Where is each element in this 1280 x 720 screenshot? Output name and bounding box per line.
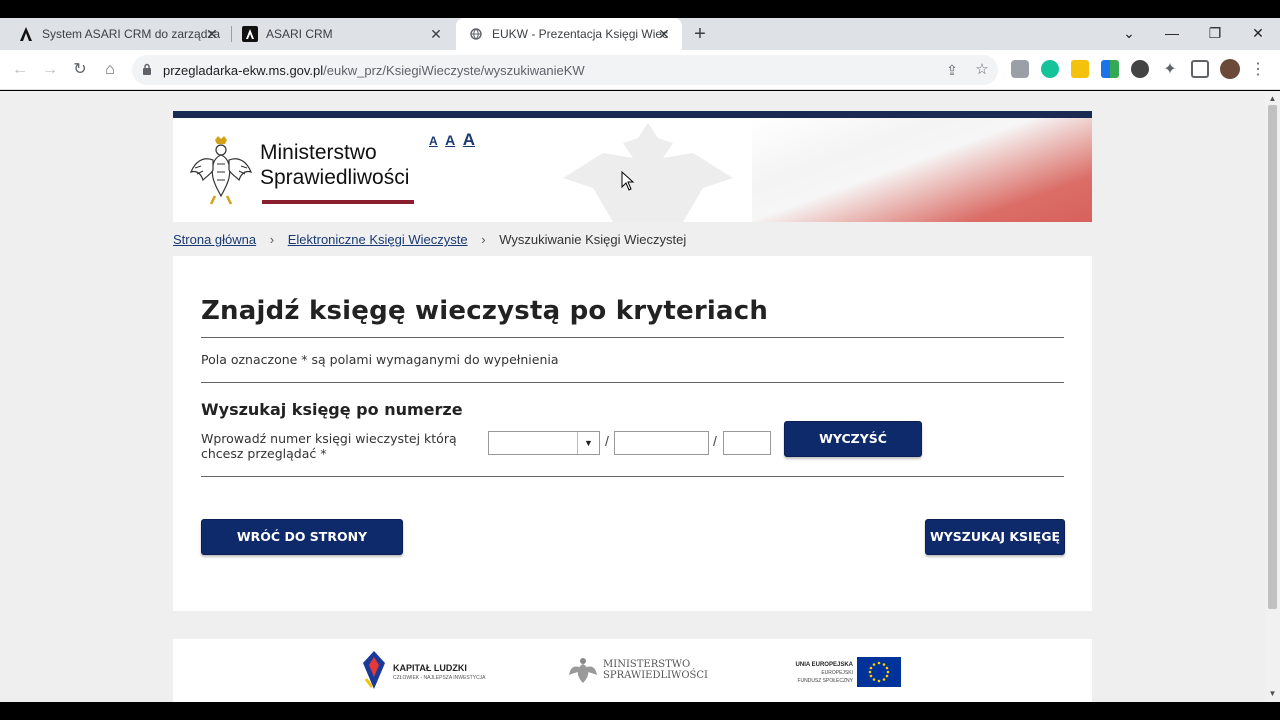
scroll-up-icon[interactable]: ▲ (1268, 94, 1277, 103)
tab-asari-crm[interactable]: ASARI CRM ✕ (232, 18, 454, 50)
extension-icon[interactable] (1131, 60, 1149, 78)
chevron-right-icon: › (269, 232, 275, 247)
asari-logo-icon (242, 26, 258, 42)
analytics-extension-icon[interactable] (1101, 60, 1119, 78)
browser-toolbar: ← → ↻ ⌂ przegladarka-ekw.ms.gov.pl/eukw_… (0, 50, 1280, 90)
bookmark-star-icon[interactable]: ☆ (970, 58, 994, 82)
white-eagle-emblem-icon (189, 136, 253, 205)
globe-icon (468, 26, 484, 42)
kapital-ludzki-logo: KAPITAŁ LUDZKI CZŁOWIEK - NAJLEPSZA INWE… (363, 651, 486, 691)
page-viewport: Ministerstwo Sprawiedliwości A A A Stron… (0, 91, 1265, 702)
tab-title: System ASARI CRM do zarządza (42, 27, 221, 41)
eu-line-2: EUROPEJSKI (821, 670, 853, 676)
forward-button[interactable]: → (38, 58, 62, 82)
screen-bottom-border (0, 702, 1280, 720)
eagle-footer-icon (569, 658, 597, 683)
back-to-home-button[interactable]: WRÓĆ DO STRONY GŁÓWNEJ (201, 519, 403, 578)
book-number-label: Wprowadź numer księgi wieczystej którą c… (201, 431, 457, 461)
page-scrollbar[interactable]: ▲ ▼ (1265, 91, 1280, 702)
address-bar[interactable]: przegladarka-ekw.ms.gov.pl/eukw_prz/Ksie… (132, 55, 998, 85)
breadcrumb: Strona główna › Elektroniczne Księgi Wie… (173, 232, 686, 247)
tab-asari-system[interactable]: System ASARI CRM do zarządza ✕ (8, 18, 230, 50)
divider (201, 337, 1064, 338)
url-text: przegladarka-ekw.ms.gov.pl/eukw_prz/Ksie… (163, 63, 585, 78)
logo-line-2: Sprawiedliwości (260, 166, 410, 189)
font-size-large[interactable]: A (463, 130, 475, 149)
notes-extension-icon[interactable] (1071, 60, 1089, 78)
scroll-thumb[interactable] (1268, 105, 1277, 609)
puzzle-extensions-icon[interactable]: ✦ (1158, 58, 1182, 82)
tab-title: ASARI CRM (266, 27, 333, 41)
breadcrumb-current: Wyszukiwanie Księgi Wieczystej (499, 232, 687, 247)
page-title: Znajdź księgę wieczystą po kryteriach (201, 296, 769, 326)
eagle-watermark-icon (563, 123, 733, 222)
court-code-select[interactable]: ▼ (488, 431, 600, 455)
eu-flag-icon (857, 657, 901, 687)
skype-extension-icon[interactable] (1011, 60, 1029, 78)
font-size-small[interactable]: A (429, 134, 438, 148)
kapital-ludzki-icon (363, 651, 385, 689)
mouse-cursor-icon (621, 171, 635, 191)
profile-avatar[interactable] (1220, 59, 1240, 79)
font-size-medium[interactable]: A (445, 132, 455, 148)
separator-slash: / (713, 433, 717, 449)
minimize-button[interactable]: — (1150, 18, 1194, 50)
tab-search-icon[interactable]: ⌄ (1107, 18, 1151, 50)
ministry-logo-text: Ministerstwo Sprawiedliwości (260, 140, 409, 190)
required-fields-note: Pola oznaczone * są polami wymaganymi do… (201, 352, 559, 367)
dropdown-arrow-icon[interactable]: ▼ (577, 432, 599, 454)
site-header: Ministerstwo Sprawiedliwości A A A (173, 111, 1092, 222)
font-size-controls: A A A (429, 130, 478, 150)
ministry-footer-logo: MINISTERSTWO SPRAWIEDLIWOŚCI (569, 655, 709, 689)
tab-strip: System ASARI CRM do zarządza ✕ ASARI CRM… (0, 18, 1280, 50)
tab-eukw[interactable]: EUKW - Prezentacja Księgi Wiec ✕ (456, 18, 682, 50)
menu-kebab-icon[interactable]: ⋮ (1246, 58, 1270, 82)
eu-line-3: FUNDUSZ SPOŁECZNY (797, 678, 853, 684)
ministry-footer-line-2: SPRAWIEDLIWOŚCI (603, 670, 708, 681)
separator-slash: / (605, 433, 609, 449)
eu-text: UNIA EUROPEJSKA EUROPEJSKI FUNDUSZ SPOŁE… (791, 661, 853, 685)
footer-logos: KAPITAŁ LUDZKI CZŁOWIEK - NAJLEPSZA INWE… (173, 639, 1092, 702)
close-icon[interactable]: ✕ (656, 26, 672, 42)
divider (201, 382, 1064, 383)
side-panel-icon[interactable] (1191, 60, 1209, 78)
check-digit-input[interactable] (723, 431, 771, 455)
lock-icon (143, 63, 151, 75)
close-window-button[interactable]: ✕ (1236, 18, 1280, 50)
logo-line-1: Ministerstwo (260, 141, 377, 164)
tab-title: EUKW - Prezentacja Księgi Wiec (492, 27, 669, 41)
restore-button[interactable]: ❐ (1193, 18, 1237, 50)
breadcrumb-home[interactable]: Strona główna (173, 232, 256, 247)
eu-line-1: UNIA EUROPEJSKA (795, 662, 853, 668)
clear-button[interactable]: WYCZYŚĆ (784, 421, 922, 457)
close-icon[interactable]: ✕ (204, 26, 220, 42)
kapital-subtitle: CZŁOWIEK - NAJLEPSZA INWESTYCJA (393, 675, 486, 681)
kapital-title: KAPITAŁ LUDZKI (393, 663, 467, 673)
home-button[interactable]: ⌂ (98, 58, 122, 82)
reload-button[interactable]: ↻ (68, 58, 92, 82)
grammarly-extension-icon[interactable] (1041, 60, 1059, 78)
book-number-input[interactable] (614, 431, 709, 455)
scroll-down-icon[interactable]: ▼ (1268, 689, 1277, 698)
asari-logo-icon (18, 26, 34, 42)
new-tab-button[interactable]: + (688, 22, 712, 46)
divider (201, 476, 1064, 477)
polish-flag-banner (752, 118, 1092, 222)
section-title: Wyszukaj księgę po numerze (201, 400, 463, 419)
ministry-footer-line-1: MINISTERSTWO (603, 659, 691, 670)
close-icon[interactable]: ✕ (428, 26, 444, 42)
back-button[interactable]: ← (8, 58, 32, 82)
breadcrumb-ekw[interactable]: Elektroniczne Księgi Wieczyste (288, 232, 468, 247)
eu-logo: UNIA EUROPEJSKA EUROPEJSKI FUNDUSZ SPOŁE… (791, 655, 901, 689)
chevron-right-icon: › (481, 232, 486, 247)
search-book-button[interactable]: WYSZUKAJ KSIĘGĘ (925, 519, 1065, 555)
ministry-footer-text: MINISTERSTWO SPRAWIEDLIWOŚCI (603, 659, 708, 681)
logo-underline (262, 200, 414, 204)
search-form-card: Znajdź księgę wieczystą po kryteriach Po… (173, 256, 1092, 611)
share-icon[interactable]: ⇪ (940, 58, 964, 82)
